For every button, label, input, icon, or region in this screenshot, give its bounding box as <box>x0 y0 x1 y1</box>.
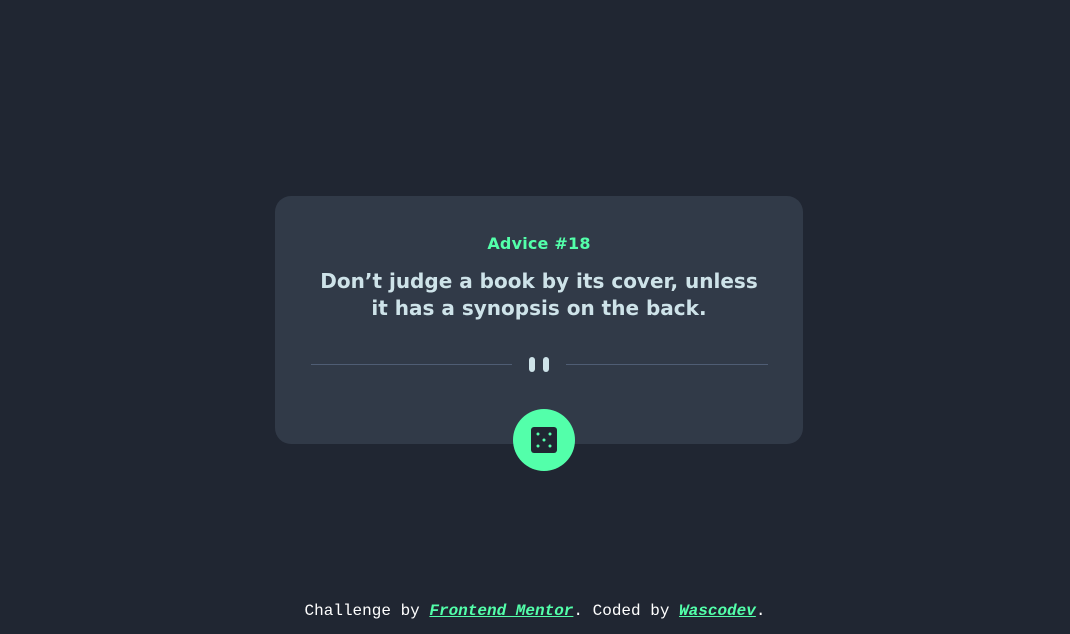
divider <box>311 356 768 372</box>
dice-icon <box>531 427 557 453</box>
footer-suffix: . <box>755 602 766 620</box>
author-link[interactable]: Wascodev <box>679 602 756 620</box>
pause-icon <box>529 357 549 372</box>
frontend-mentor-link[interactable]: Frontend Mentor <box>429 602 573 620</box>
advice-card: Advice #18 Don’t judge a book by its cov… <box>275 196 803 471</box>
divider-line-left <box>311 364 512 365</box>
advice-id: Advice #18 <box>487 234 591 253</box>
footer-prefix: Challenge by <box>304 602 430 620</box>
advice-text: Don’t judge a book by its cover, unless … <box>320 269 758 320</box>
divider-line-right <box>566 364 768 365</box>
generate-advice-button[interactable] <box>513 409 575 471</box>
footer-middle: . Coded by <box>573 602 680 620</box>
attribution-footer: Challenge by Frontend Mentor. Coded by W… <box>0 602 1070 620</box>
